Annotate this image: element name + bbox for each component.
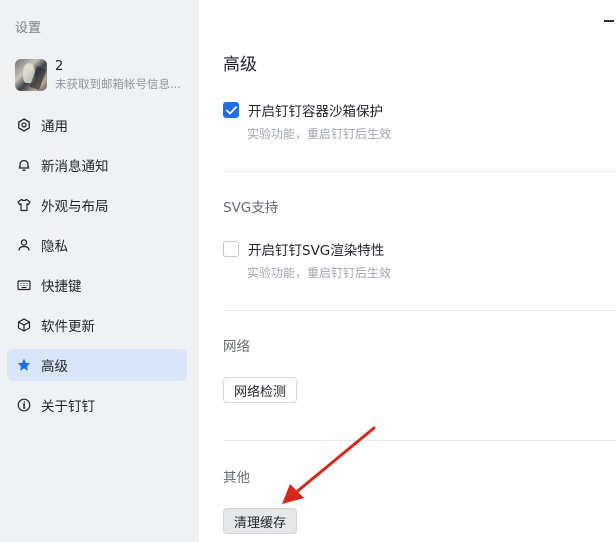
sidebar-item-about[interactable]: 关于钉钉 [7,389,187,421]
bell-icon [17,158,31,172]
sidebar-item-general[interactable]: 通用 [7,109,187,141]
shirt-icon [17,198,31,212]
page-title: 高级 [223,55,257,75]
person-icon [17,238,31,252]
red-arrow-annotation [282,426,376,504]
profile-card[interactable]: 2 未获取到邮箱帐号信息... [15,58,195,92]
sandbox-hint: 实验功能，重启钉钉后生效 [247,127,392,141]
svg-hint: 实验功能，重启钉钉后生效 [247,266,392,280]
info-icon [17,398,31,412]
clear-cache-button[interactable]: 清理缓存 [223,508,298,534]
sidebar-item-label: 外观与布局 [41,199,109,215]
network-section-title: 网络 [223,339,250,355]
svg-label: 开启钉钉SVG渲染特性 [248,243,385,259]
profile-subtitle: 未获取到邮箱帐号信息... [55,77,181,91]
sidebar-item-label: 快捷键 [41,279,82,295]
sandbox-label: 开启钉钉容器沙箱保护 [248,104,383,120]
sidebar-item-label: 软件更新 [41,319,95,335]
sidebar-item-notifications[interactable]: 新消息通知 [7,149,187,181]
svg-option[interactable]: 开启钉钉SVG渲染特性 [223,239,384,259]
sidebar-title: 设置 [15,21,42,36]
svg-section-title: SVG支持 [223,200,279,216]
sidebar-item-label: 隐私 [41,239,68,255]
profile-name: 2 [55,59,64,74]
sidebar-item-label: 通用 [41,119,68,135]
sandbox-checkbox[interactable] [223,102,239,118]
sidebar-item-label: 关于钉钉 [41,399,95,415]
sidebar-item-shortcuts[interactable]: 快捷键 [7,269,187,301]
sidebar-item-label: 高级 [41,359,68,375]
settings-icon [17,118,31,132]
cube-icon [17,318,31,332]
sidebar-item-appearance[interactable]: 外观与布局 [7,189,187,221]
keyboard-icon [17,278,31,292]
sidebar: 设置 2 未获取到邮箱帐号信息... 通用 新消息通知 外观与布局 隐私 快捷键 [0,0,199,542]
minimize-button[interactable] [604,20,614,22]
sidebar-item-privacy[interactable]: 隐私 [7,229,187,261]
check-icon [225,105,237,114]
star-icon [17,358,31,372]
svg-checkbox[interactable] [223,241,239,257]
sandbox-option[interactable]: 开启钉钉容器沙箱保护 [223,100,383,120]
divider [223,310,616,311]
main-panel: 高级 开启钉钉容器沙箱保护 实验功能，重启钉钉后生效 SVG支持 开启钉钉SVG… [199,0,616,542]
sidebar-item-updates[interactable]: 软件更新 [7,309,187,341]
other-section-title: 其他 [223,470,250,486]
network-check-button[interactable]: 网络检测 [223,377,298,403]
divider [223,171,616,172]
sidebar-item-label: 新消息通知 [41,159,109,175]
sidebar-item-advanced[interactable]: 高级 [7,349,187,381]
avatar [15,59,47,91]
